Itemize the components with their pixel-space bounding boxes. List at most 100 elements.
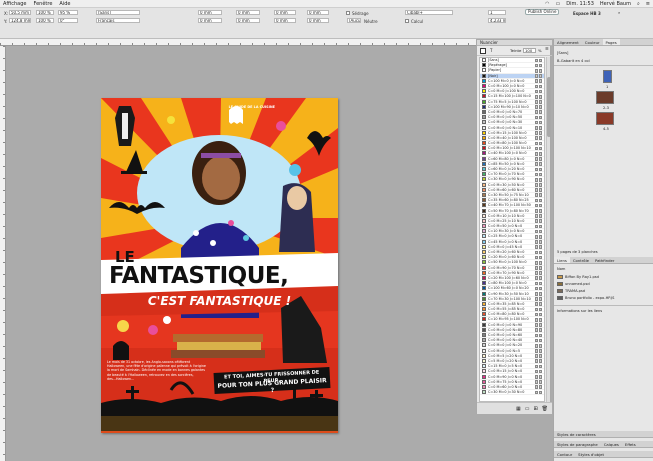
space-before-field[interactable]: 0 mm bbox=[274, 10, 296, 15]
document-page[interactable]: LE GUIDE DE LA CUISINE LE FANTASTIQUE, C… bbox=[101, 98, 338, 433]
tab-controle[interactable]: Contrôle bbox=[570, 257, 592, 263]
gutter-field[interactable]: 4,233 mm bbox=[488, 18, 506, 23]
panel-menu-icon[interactable]: ≡ bbox=[545, 47, 549, 52]
swatch-row[interactable]: C=30 M=0 J=30 N=0 bbox=[480, 390, 544, 396]
link-row[interactable]: Biffon By Ray1.psd bbox=[557, 274, 651, 279]
swatch-name: C=30 M=0 J=30 N=0 bbox=[488, 390, 525, 395]
color-mode-icon bbox=[535, 271, 542, 275]
swatch-name: C=0 M=50 J=0 N=0 bbox=[488, 224, 523, 229]
scrollbar-thumb[interactable] bbox=[547, 77, 551, 137]
swatch-name: C=100 M=90 J=10 N=0 bbox=[488, 104, 529, 109]
link-row[interactable]: unnamed.psd bbox=[557, 281, 651, 286]
color-mode-icon bbox=[535, 100, 542, 104]
shading-field[interactable]: [Aucun] bbox=[347, 18, 361, 23]
color-mode-icon bbox=[535, 286, 542, 291]
new-swatch-icon[interactable]: ⊞ bbox=[533, 406, 537, 412]
hyphenation-checkbox[interactable] bbox=[346, 11, 350, 15]
swatch-name: C=0 M=0 J=0 N=80 bbox=[488, 327, 523, 332]
tab-liens[interactable]: Liens bbox=[554, 257, 570, 263]
swatch-chip bbox=[482, 58, 486, 63]
swatch-name: C=25 M=0 J=0 N=0 bbox=[488, 234, 523, 239]
pages-none-master[interactable]: [Sans] bbox=[557, 51, 568, 55]
color-mode-icon bbox=[535, 146, 542, 151]
tab-effets[interactable]: Effets bbox=[622, 441, 639, 447]
vertical-ruler[interactable] bbox=[0, 46, 6, 461]
language-select[interactable]: Français bbox=[96, 18, 140, 23]
calc-checkbox[interactable] bbox=[405, 19, 409, 23]
scale-x-field[interactable]: 100 % bbox=[36, 10, 54, 15]
clock-text[interactable]: Dim. 11:53 bbox=[566, 1, 594, 7]
scale-y-field[interactable]: 100 % bbox=[36, 18, 54, 23]
swatch-name: C=30 M=0 J=90 N=0 bbox=[488, 177, 525, 182]
menu-aide[interactable]: Aide bbox=[59, 1, 70, 7]
user-name[interactable]: Hervé Baum bbox=[600, 1, 631, 7]
link-name: Bruno portfolio - expo-HP.JS bbox=[565, 295, 615, 300]
spotlight-icon[interactable]: ⌕ bbox=[637, 1, 640, 7]
tab-alignement[interactable]: Alignement bbox=[554, 39, 582, 45]
wifi-icon[interactable]: ◠ bbox=[545, 1, 549, 7]
tab-pages[interactable]: Pages bbox=[602, 39, 620, 45]
pages-master-label[interactable]: B-Gabarit en 4 col bbox=[557, 59, 590, 63]
swatch-name: C=0 M=15 J=0 N=0 bbox=[488, 369, 523, 374]
font-family-select[interactable]: [Sans] bbox=[96, 10, 140, 15]
horizontal-ruler[interactable] bbox=[0, 39, 476, 46]
menu-fenetre[interactable]: Fenêtre bbox=[34, 1, 53, 7]
publish-online-button[interactable]: Publish Online bbox=[525, 9, 560, 15]
tab-couleur[interactable]: Couleur bbox=[582, 39, 603, 45]
swatch-chip bbox=[482, 317, 486, 322]
swatch-chip bbox=[482, 218, 486, 223]
swatches-scrollbar[interactable] bbox=[546, 57, 551, 402]
battery-icon[interactable]: ▭ bbox=[555, 1, 560, 7]
link-row[interactable]: TRAMA.psd bbox=[557, 288, 651, 293]
tab-styles-objet[interactable]: Styles d'objet bbox=[575, 451, 607, 457]
formatting-container-icon[interactable]: T bbox=[490, 48, 492, 53]
link-row[interactable]: Bruno portfolio - expo-HP.JS bbox=[557, 295, 651, 300]
tint-field[interactable]: 100 bbox=[523, 47, 536, 53]
angle-field[interactable]: 0° bbox=[58, 18, 78, 23]
delete-swatch-icon[interactable]: 🗑 bbox=[542, 406, 548, 412]
width-pct-field[interactable]: 95 % bbox=[58, 10, 78, 15]
tab-contour[interactable]: Contour bbox=[554, 451, 575, 457]
fill-stroke-icon[interactable] bbox=[480, 48, 486, 54]
menu-list-icon[interactable]: ≡ bbox=[646, 1, 650, 7]
page-thumb-1[interactable] bbox=[603, 70, 612, 83]
swatch-chip bbox=[482, 120, 486, 125]
last-line-indent-field[interactable]: 0 mm bbox=[236, 18, 260, 23]
columns-field[interactable]: 1 bbox=[488, 10, 506, 15]
color-mode-icon bbox=[535, 380, 542, 384]
calc-label: Calcul bbox=[411, 19, 424, 24]
search-icon[interactable]: ⌕ bbox=[618, 10, 620, 15]
links-info-header[interactable]: Informations sur les liens bbox=[557, 309, 602, 313]
color-mode-icon bbox=[535, 276, 542, 281]
x-field[interactable]: 50,5 mm bbox=[9, 10, 31, 15]
first-line-indent-field[interactable]: 0 mm bbox=[236, 10, 260, 15]
tab-styles-paragraphe[interactable]: Styles de paragraphe bbox=[554, 441, 601, 447]
swatches-list[interactable]: [Sans] [Repérage] [Papier] [Noir] C=100 M=0 … bbox=[479, 57, 545, 402]
y-field[interactable]: 124,8 mm bbox=[9, 18, 31, 23]
links-column-header[interactable]: Nom bbox=[557, 267, 565, 271]
swatch-views-icon[interactable]: ▦ bbox=[516, 406, 521, 412]
new-color-group-icon[interactable]: ▭ bbox=[525, 406, 530, 412]
paragraph-style-select[interactable]: Cibabl+ bbox=[405, 10, 453, 15]
tab-styles-caracteres[interactable]: Styles de caractères bbox=[554, 431, 599, 437]
workspace-switcher[interactable]: Espace HB 3 bbox=[573, 11, 601, 16]
indent-right-field[interactable]: 0 mm bbox=[198, 18, 222, 23]
space-after-field[interactable]: 0 mm bbox=[274, 18, 296, 23]
tab-pathfinder[interactable]: Pathfinder bbox=[592, 257, 617, 263]
swatch-name: C=35 M=60 J=80 N=25 bbox=[488, 198, 529, 203]
indent-left-field[interactable]: 0 mm bbox=[198, 10, 222, 15]
color-mode-icon bbox=[535, 385, 542, 389]
menu-affichage[interactable]: Affichage bbox=[3, 1, 27, 7]
swatch-name: C=0 M=80 J=100 N=0 bbox=[488, 141, 527, 146]
links-divider bbox=[554, 305, 653, 306]
page-thumb-4-5[interactable] bbox=[596, 112, 614, 125]
color-mode-icon bbox=[535, 224, 542, 229]
tab-calques[interactable]: Calques bbox=[601, 441, 622, 447]
color-mode-icon bbox=[535, 177, 542, 182]
drop-cap-lines-field[interactable]: 0 mm bbox=[307, 10, 329, 15]
color-mode-icon bbox=[535, 209, 542, 213]
swatch-name: C=10 M=30 J=0 N=0 bbox=[488, 229, 525, 234]
drop-cap-chars-field[interactable]: 0 mm bbox=[307, 18, 329, 23]
page-thumb-2-3[interactable] bbox=[596, 91, 614, 104]
swatch-chip bbox=[482, 353, 486, 358]
